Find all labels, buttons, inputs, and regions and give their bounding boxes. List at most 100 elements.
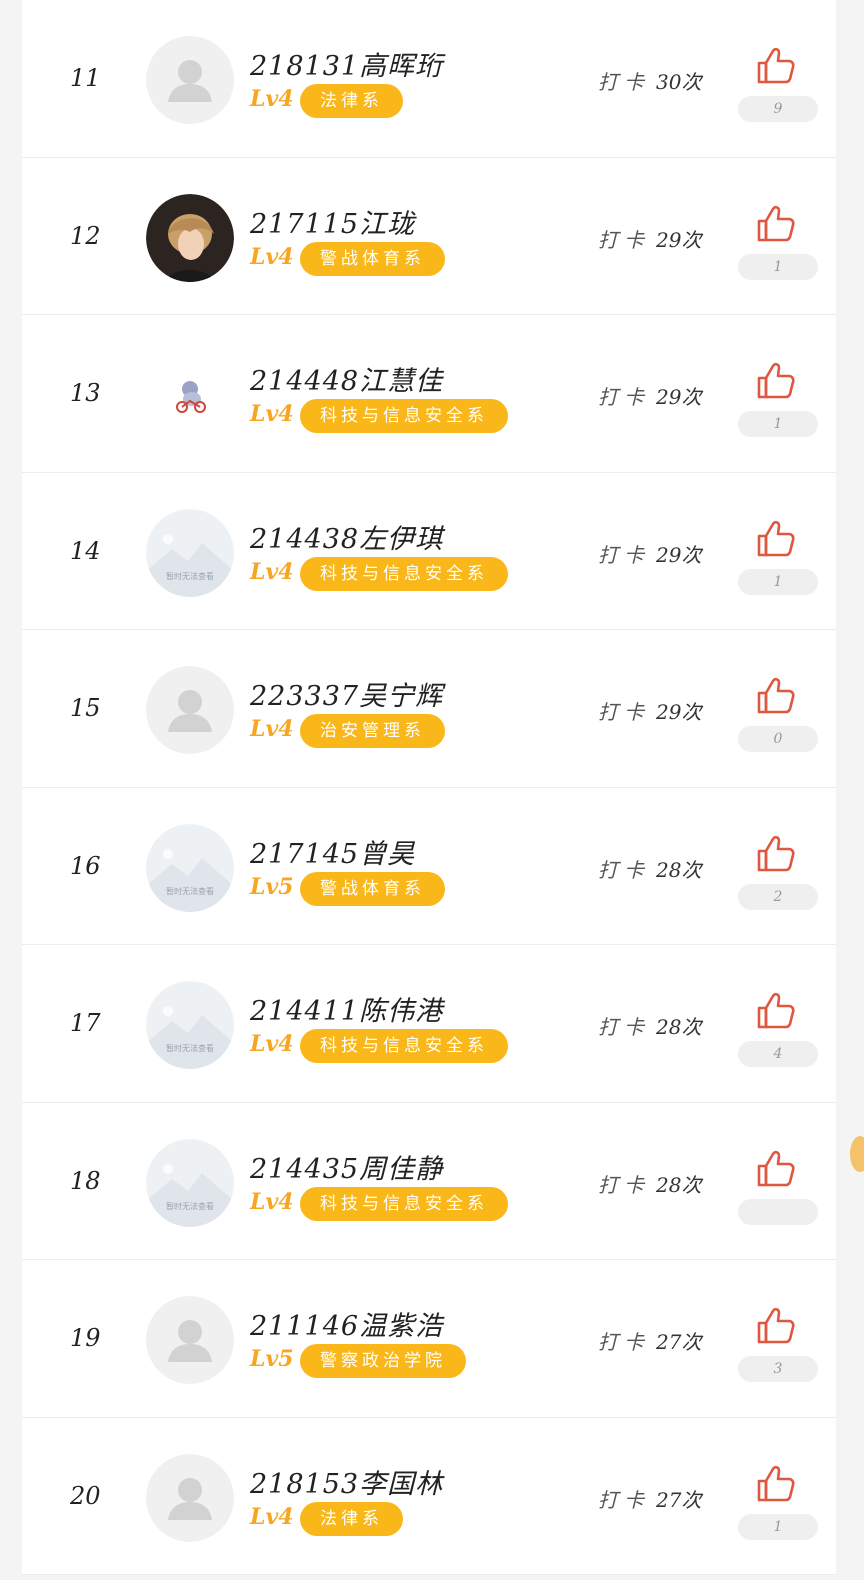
checkin-label: 打卡 [598, 385, 650, 409]
rank-number: 12 [70, 221, 101, 250]
like-count: 9 [738, 96, 818, 122]
rank-number: 15 [70, 694, 101, 722]
leaderboard-row-13[interactable]: 13 214448江慧佳 Lv4 科技与信息安全系 打卡 29次 1 [22, 315, 836, 473]
avatar[interactable]: 暂时无法查看 [146, 1138, 234, 1227]
department-badge: 法律系 [300, 84, 403, 118]
department-badge: 科技与信息安全系 [300, 399, 508, 433]
default-avatar-icon [146, 1453, 234, 1542]
user-name: 211146温紫浩 [250, 1311, 444, 1342]
thumbs-up-icon[interactable] [754, 674, 798, 718]
avatar[interactable] [146, 1453, 234, 1542]
level-badge: Lv4 [250, 1188, 294, 1215]
user-name: 214448江慧佳 [250, 366, 444, 397]
checkin-value: 28次 [656, 857, 702, 882]
like-count: 2 [738, 883, 818, 910]
user-photo-icon [146, 193, 234, 282]
avatar[interactable] [146, 351, 234, 439]
default-avatar-icon [146, 1296, 234, 1384]
image-placeholder-icon: 暂时无法查看 [146, 1138, 234, 1227]
thumbs-up-icon[interactable] [754, 1462, 798, 1506]
thumbs-up-icon[interactable] [754, 989, 798, 1033]
avatar[interactable] [146, 193, 234, 282]
checkin-label: 打卡 [598, 542, 650, 567]
rank-number: 14 [70, 536, 101, 565]
level-badge: Lv4 [250, 86, 294, 112]
checkin-count: 打卡 27次 [598, 1484, 701, 1513]
checkin-count: 打卡 28次 [598, 1169, 701, 1198]
leaderboard-list: 11 218131高晖珩 Lv4 法律系 打卡 30次 9 12 217115江珑… [22, 0, 836, 1575]
avatar[interactable] [146, 1296, 234, 1384]
svg-text:暂时无法查看: 暂时无法查看 [166, 1043, 214, 1053]
thumbs-up-icon[interactable] [754, 44, 798, 88]
leaderboard-row-20[interactable]: 20 218153李国林 Lv4 法律系 打卡 27次 1 [22, 1417, 836, 1575]
department-badge: 科技与信息安全系 [300, 556, 508, 591]
like-count: 1 [738, 568, 818, 595]
checkin-label: 打卡 [598, 1172, 650, 1197]
level-badge: Lv4 [250, 558, 294, 585]
svg-text:暂时无法查看: 暂时无法查看 [166, 1201, 214, 1211]
image-placeholder-icon: 暂时无法查看 [146, 508, 234, 597]
leaderboard-row-11[interactable]: 11 218131高晖珩 Lv4 法律系 打卡 30次 9 [22, 0, 836, 158]
level-badge: Lv4 [250, 243, 294, 270]
floating-button-edge[interactable] [850, 1136, 864, 1172]
checkin-value: 27次 [656, 1487, 702, 1512]
avatar[interactable] [146, 36, 234, 124]
avatar[interactable]: 暂时无法查看 [146, 508, 234, 597]
checkin-count: 打卡 30次 [598, 66, 701, 95]
user-name: 217145曾昊 [250, 838, 416, 870]
checkin-value: 28次 [656, 1172, 702, 1197]
leaderboard-row-14[interactable]: 14 暂时无法查看 214438左伊琪 Lv4 科技与信息安全系 打卡 29次 1 [22, 472, 836, 630]
rank-number: 11 [70, 64, 101, 92]
department-badge: 警战体育系 [300, 871, 445, 906]
leaderboard-row-15[interactable]: 15 223337吴宁辉 Lv4 治安管理系 打卡 29次 0 [22, 630, 836, 788]
checkin-count: 打卡 29次 [598, 224, 701, 253]
checkin-count: 打卡 28次 [598, 854, 701, 883]
rank-number: 19 [70, 1324, 101, 1352]
image-placeholder-icon: 暂时无法查看 [146, 823, 234, 912]
department-badge: 治安管理系 [300, 714, 445, 748]
svg-text:暂时无法查看: 暂时无法查看 [166, 886, 214, 896]
svg-text:暂时无法查看: 暂时无法查看 [166, 571, 214, 581]
like-count: 3 [738, 1356, 818, 1382]
avatar[interactable]: 暂时无法查看 [146, 981, 234, 1069]
checkin-label: 打卡 [598, 1015, 650, 1039]
like-count [738, 1198, 818, 1225]
default-avatar-icon [146, 666, 234, 754]
rank-number: 13 [70, 379, 101, 407]
checkin-label: 打卡 [598, 70, 650, 94]
checkin-count: 打卡 27次 [598, 1326, 701, 1355]
thumbs-up-icon[interactable] [754, 359, 798, 403]
checkin-label: 打卡 [598, 857, 650, 882]
level-badge: Lv5 [250, 873, 294, 900]
checkin-value: 29次 [656, 700, 702, 724]
leaderboard-row-16[interactable]: 16 暂时无法查看 217145曾昊 Lv5 警战体育系 打卡 28次 2 [22, 787, 836, 945]
avatar[interactable]: 暂时无法查看 [146, 823, 234, 912]
checkin-label: 打卡 [598, 1487, 650, 1512]
user-name: 218153李国林 [250, 1468, 444, 1500]
checkin-value: 28次 [656, 1015, 702, 1039]
level-badge: Lv4 [250, 1031, 294, 1057]
department-badge: 警察政治学院 [300, 1344, 466, 1378]
department-badge: 科技与信息安全系 [300, 1186, 508, 1221]
user-name: 214435周佳静 [250, 1153, 444, 1185]
thumbs-up-icon[interactable] [754, 202, 798, 246]
leaderboard-row-18[interactable]: 18 暂时无法查看 214435周佳静 Lv4 科技与信息安全系 打卡 28次 [22, 1102, 836, 1260]
like-count: 1 [738, 411, 818, 437]
level-badge: Lv4 [250, 1503, 294, 1530]
like-count: 0 [738, 726, 818, 752]
thumbs-up-icon[interactable] [754, 1147, 798, 1191]
user-name: 214438左伊琪 [250, 523, 444, 555]
department-badge: 法律系 [300, 1501, 403, 1536]
thumbs-up-icon[interactable] [754, 1304, 798, 1348]
like-count: 1 [738, 1513, 818, 1540]
thumbs-up-icon[interactable] [754, 517, 798, 561]
level-badge: Lv5 [250, 1346, 294, 1372]
thumbs-up-icon[interactable] [754, 832, 798, 876]
rank-number: 16 [70, 851, 101, 880]
leaderboard-row-12[interactable]: 12 217115江珑 Lv4 警战体育系 打卡 29次 1 [22, 157, 836, 315]
avatar[interactable] [146, 666, 234, 754]
user-name: 223337吴宁辉 [250, 681, 444, 712]
leaderboard-row-19[interactable]: 19 211146温紫浩 Lv5 警察政治学院 打卡 27次 3 [22, 1260, 836, 1418]
like-count: 4 [738, 1041, 818, 1067]
leaderboard-row-17[interactable]: 17 暂时无法查看 214411陈伟港 Lv4 科技与信息安全系 打卡 28次 4 [22, 945, 836, 1103]
